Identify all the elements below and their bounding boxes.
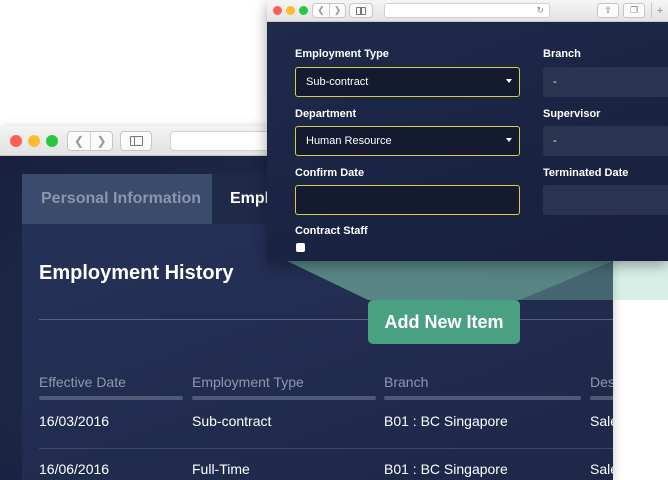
browser-toolbar: ❮ ❯ ↻ ⇧ ❐ + [267, 0, 668, 22]
department-label: Department [295, 108, 357, 120]
cell-designation: Sales [590, 413, 613, 429]
window-controls [10, 135, 58, 147]
branch-field[interactable]: - [543, 67, 668, 97]
back-button[interactable]: ❮ [68, 132, 90, 150]
close-window-button[interactable] [273, 6, 282, 15]
address-bar[interactable]: ↻ [384, 3, 550, 18]
supervisor-value: - [553, 135, 557, 147]
cell-employment-type: Sub-contract [192, 413, 272, 429]
contract-staff-checkbox[interactable] [296, 243, 305, 252]
caret-down-icon [506, 138, 512, 142]
section-divider [39, 319, 613, 320]
chevron-left-icon: ❮ [317, 5, 325, 15]
confirm-date-label: Confirm Date [295, 167, 365, 179]
supervisor-label: Supervisor [543, 108, 601, 120]
supervisor-field[interactable]: - [543, 126, 668, 156]
column-header-employment-type[interactable]: Employment Type [192, 374, 304, 390]
window-controls [273, 6, 308, 15]
chevron-right-icon: ❯ [96, 134, 107, 148]
sidebar-toggle-button[interactable] [120, 131, 152, 151]
confirm-date-input[interactable] [295, 185, 520, 215]
chevron-right-icon: ❯ [333, 5, 342, 15]
sidebar-icon [356, 6, 366, 15]
column-bar [384, 396, 581, 400]
cell-employment-type: Full-Time [192, 461, 250, 477]
show-tabs-button[interactable]: ❐ [623, 3, 645, 18]
zoom-window-button[interactable] [299, 6, 308, 15]
share-button[interactable]: ⇧ [597, 3, 619, 18]
cell-effective-date: 16/06/2016 [39, 461, 110, 477]
chevron-left-icon: ❮ [73, 134, 85, 148]
close-window-button[interactable] [10, 135, 22, 147]
forward-button[interactable]: ❯ [90, 132, 112, 150]
plus-icon: + [656, 4, 664, 17]
column-header-branch[interactable]: Branch [384, 374, 428, 390]
cell-designation: Sales [590, 461, 613, 477]
employment-type-label: Employment Type [295, 48, 389, 60]
history-nav: ❮ ❯ [312, 3, 346, 18]
branch-label: Branch [543, 48, 581, 60]
share-icon: ⇧ [604, 5, 612, 15]
terminated-date-input[interactable] [543, 185, 668, 215]
column-header-designation[interactable]: Designation [590, 374, 613, 390]
column-bar [192, 396, 376, 400]
cell-branch: B01 : BC Singapore [384, 413, 508, 429]
minimize-window-button[interactable] [28, 135, 40, 147]
new-tab-button[interactable]: + [651, 3, 668, 18]
tab-personal-information[interactable]: Personal Information [22, 174, 212, 224]
row-divider [39, 448, 613, 449]
section-title: Employment History [39, 262, 234, 284]
department-value: Human Resource [306, 135, 392, 147]
stage: ❮ ❯ Personal Information Employment Empl… [0, 0, 668, 480]
history-nav: ❮ ❯ [67, 131, 113, 151]
branch-value: - [553, 76, 557, 88]
terminated-date-label: Terminated Date [543, 167, 629, 179]
sidebar-toggle-button[interactable] [349, 3, 373, 18]
column-header-effective-date[interactable]: Effective Date [39, 374, 126, 390]
sidebar-icon [129, 136, 143, 146]
zoom-window-button[interactable] [46, 135, 58, 147]
forward-button[interactable]: ❯ [329, 4, 345, 17]
employment-form: Employment Type Sub-contract Branch - De… [267, 22, 668, 261]
back-button[interactable]: ❮ [313, 4, 329, 17]
caret-down-icon [506, 79, 512, 83]
tabs-icon: ❐ [629, 5, 639, 15]
department-select[interactable]: Human Resource [295, 126, 520, 156]
minimize-window-button[interactable] [286, 6, 295, 15]
employment-type-value: Sub-contract [306, 76, 369, 88]
employment-form-window: ❮ ❯ ↻ ⇧ ❐ + Employment Type Sub-contract… [267, 0, 668, 261]
contract-staff-label: Contract Staff [295, 225, 368, 237]
add-new-item-button[interactable]: Add New Item [368, 300, 520, 344]
employment-type-select[interactable]: Sub-contract [295, 67, 520, 97]
column-bar [590, 396, 613, 400]
column-bar [39, 396, 183, 400]
reload-icon[interactable]: ↻ [536, 5, 544, 16]
cell-effective-date: 16/03/2016 [39, 413, 110, 429]
cell-branch: B01 : BC Singapore [384, 461, 508, 477]
